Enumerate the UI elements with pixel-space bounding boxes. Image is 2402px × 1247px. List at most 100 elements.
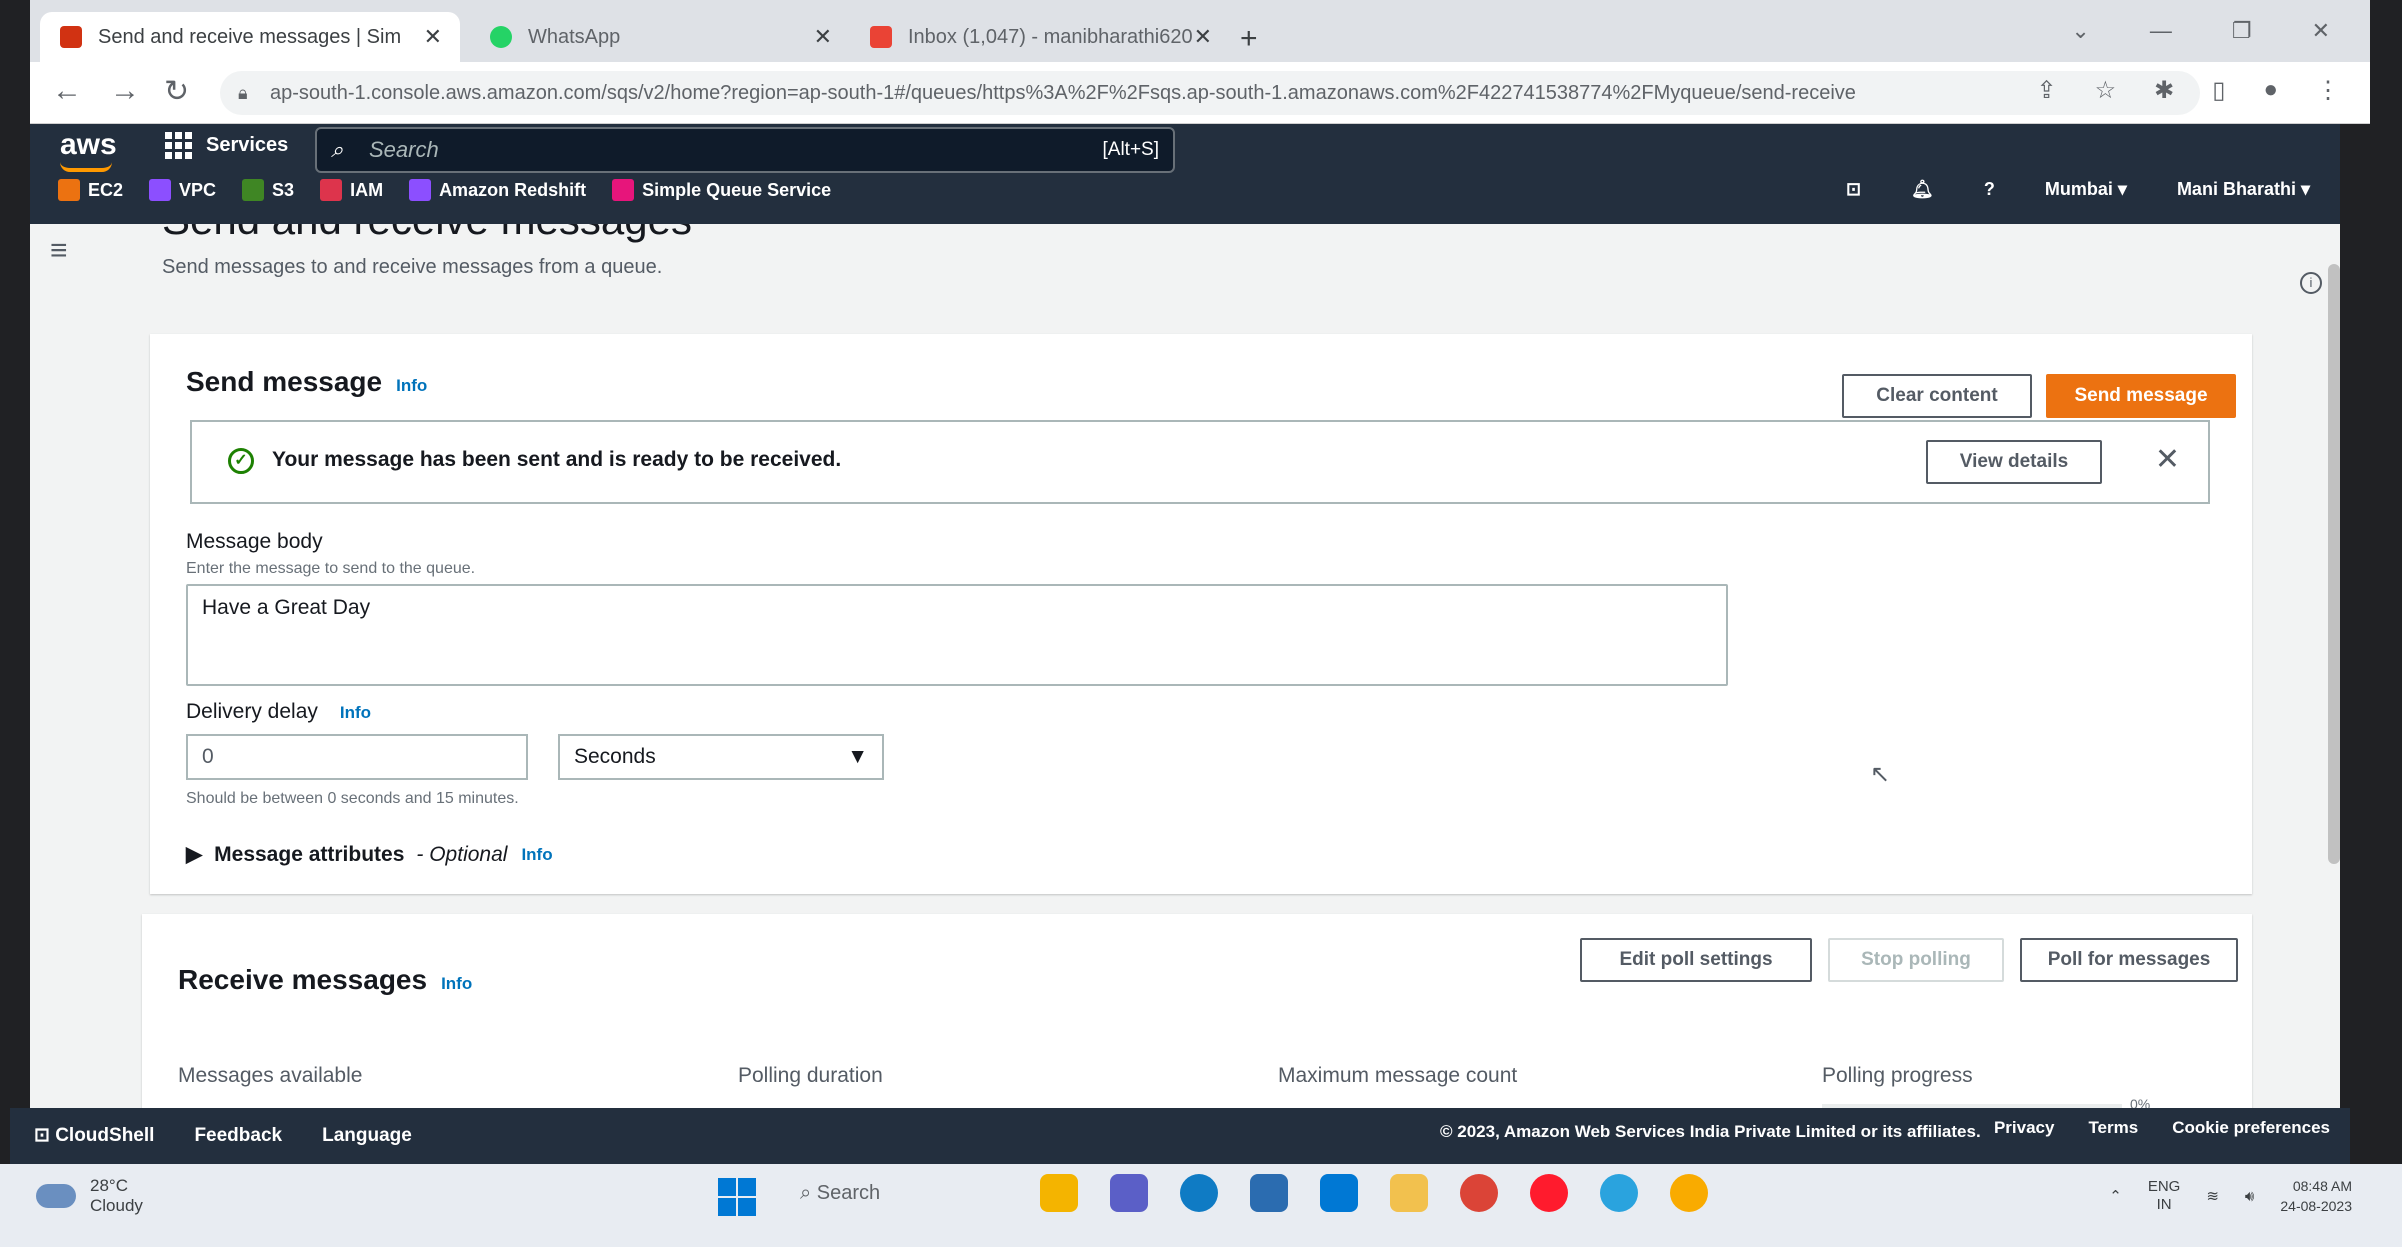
- weather-widget[interactable]: 28°C Cloudy: [36, 1176, 143, 1216]
- edge-icon[interactable]: [1180, 1174, 1218, 1212]
- region-selector[interactable]: Mumbai ▾: [2045, 179, 2127, 200]
- opera-icon[interactable]: [1530, 1174, 1568, 1212]
- favorite-label: EC2: [88, 179, 124, 200]
- view-details-button[interactable]: View details: [1926, 440, 2102, 484]
- label-text: Delivery delay: [186, 700, 318, 723]
- minimize-icon[interactable]: —: [2150, 18, 2172, 44]
- mail-icon[interactable]: [1320, 1174, 1358, 1212]
- menu-kebab-icon[interactable]: ⋮: [2316, 76, 2340, 105]
- taskbar-search[interactable]: ⌕ Search: [800, 1182, 880, 1205]
- edit-poll-settings-button[interactable]: Edit poll settings: [1580, 938, 1812, 982]
- favorite-s3[interactable]: S3: [242, 179, 294, 201]
- chrome-canary-icon[interactable]: [1670, 1174, 1708, 1212]
- back-icon[interactable]: ←: [52, 74, 82, 108]
- maximize-icon[interactable]: ❐: [2232, 18, 2252, 44]
- scrollbar[interactable]: [2328, 264, 2340, 864]
- lang-code: ENG: [2147, 1178, 2181, 1195]
- favorite-label: S3: [272, 179, 295, 200]
- chat-icon[interactable]: [1110, 1174, 1148, 1212]
- file-explorer-icon[interactable]: [1040, 1174, 1078, 1212]
- favorite-sqs[interactable]: Simple Queue Service: [612, 179, 831, 201]
- sqs-icon: [612, 179, 635, 201]
- close-icon[interactable]: ✕: [2155, 442, 2180, 477]
- side-panel-icon[interactable]: ▯: [2212, 76, 2225, 105]
- user-menu[interactable]: Mani Bharathi ▾: [2177, 179, 2310, 200]
- chrome-icon[interactable]: [1460, 1174, 1498, 1212]
- aws-search-input[interactable]: ⌕ Search [Alt+S]: [315, 127, 1175, 173]
- max-message-count-label: Maximum message count: [1278, 1064, 1518, 1087]
- services-menu-button[interactable]: Services: [165, 132, 288, 159]
- volume-icon[interactable]: 🔊︎: [2245, 1188, 2254, 1205]
- folder-icon[interactable]: [1390, 1174, 1428, 1212]
- time: 08:48 AM: [2292, 1178, 2352, 1194]
- privacy-link[interactable]: Privacy: [1994, 1118, 2055, 1138]
- profile-avatar-icon[interactable]: ●: [2264, 76, 2279, 105]
- url-field[interactable]: 🔒︎ ap-south-1.console.aws.amazon.com/sqs…: [220, 71, 2200, 115]
- info-link[interactable]: Info: [396, 376, 427, 395]
- message-attributes-toggle[interactable]: ▶ Message attributes - Optional Info: [186, 842, 553, 867]
- send-message-panel: Send message Info Clear content Send mess…: [150, 334, 2252, 894]
- clear-content-button[interactable]: Clear content: [1842, 374, 2032, 418]
- tab-close-icon[interactable]: ✕: [814, 24, 832, 50]
- aws-logo[interactable]: aws: [60, 128, 117, 162]
- message-body-textarea[interactable]: Have a Great Day: [186, 584, 1728, 686]
- tab-whatsapp[interactable]: WhatsApp ✕: [470, 12, 850, 62]
- favorite-vpc[interactable]: VPC: [149, 179, 216, 201]
- footer-links: Privacy Terms Cookie preferences: [1994, 1118, 2330, 1138]
- help-icon[interactable]: ?: [1984, 179, 1995, 200]
- windows-start-icon[interactable]: [718, 1178, 756, 1216]
- extensions-icon[interactable]: ✱: [2154, 76, 2174, 105]
- tab-close-icon[interactable]: ✕: [424, 24, 442, 50]
- search-shortcut: [Alt+S]: [1102, 139, 1160, 160]
- cloudshell-icon[interactable]: ⊡: [1846, 179, 1861, 200]
- bookmark-star-icon[interactable]: ☆: [2095, 76, 2117, 105]
- language-link[interactable]: Language: [322, 1125, 412, 1147]
- stop-polling-button[interactable]: Stop polling: [1828, 938, 2004, 982]
- redshift-icon: [409, 179, 432, 201]
- delay-unit-select[interactable]: Seconds ▼: [558, 734, 884, 780]
- taskbar-search-label: Search: [816, 1182, 881, 1204]
- clock[interactable]: 08:48 AM 24-08-2023: [2280, 1176, 2352, 1216]
- cookie-preferences-link[interactable]: Cookie preferences: [2172, 1118, 2330, 1138]
- wifi-icon[interactable]: ≋: [2206, 1187, 2219, 1205]
- page-subtitle: Send messages to and receive messages fr…: [162, 256, 663, 278]
- feedback-link[interactable]: Feedback: [194, 1125, 282, 1147]
- close-window-icon[interactable]: ✕: [2312, 18, 2330, 44]
- services-label: Services: [206, 134, 289, 156]
- reload-icon[interactable]: ↻: [164, 74, 189, 109]
- hamburger-menu-icon[interactable]: ≡: [50, 234, 68, 268]
- info-link[interactable]: Info: [521, 845, 552, 865]
- success-flash-banner: ✓ Your message has been sent and is read…: [190, 420, 2210, 504]
- tab-label: Inbox (1,047) - manibharathi620: [908, 25, 1193, 48]
- send-message-button[interactable]: Send message: [2046, 374, 2236, 418]
- share-icon[interactable]: ⇪: [2037, 76, 2057, 105]
- favorite-redshift[interactable]: Amazon Redshift: [409, 179, 586, 201]
- iam-icon: [320, 179, 343, 201]
- notifications-bell-icon[interactable]: 🔔︎: [1911, 179, 1934, 200]
- info-link[interactable]: Info: [441, 974, 472, 993]
- favorite-iam[interactable]: IAM: [320, 179, 383, 201]
- tab-gmail[interactable]: Inbox (1,047) - manibharathi620 ✕: [850, 12, 1230, 62]
- aws-favicon-icon: [60, 26, 82, 48]
- windows-taskbar: 28°C Cloudy ⌕ Search ⌃ ENG IN ≋ 🔊︎ 08:48…: [0, 1164, 2402, 1247]
- lang-region: IN: [2156, 1196, 2172, 1213]
- new-tab-button[interactable]: +: [1240, 22, 1258, 56]
- tab-search-icon[interactable]: ⌄: [2071, 18, 2089, 44]
- telegram-icon[interactable]: [1600, 1174, 1638, 1212]
- tab-close-icon[interactable]: ✕: [1194, 24, 1212, 50]
- search-placeholder: Search: [369, 137, 439, 162]
- delivery-delay-input[interactable]: 0: [186, 734, 528, 780]
- chevron-up-icon[interactable]: ⌃: [2109, 1187, 2122, 1205]
- ec2-icon: [58, 179, 80, 201]
- gmail-favicon-icon: [870, 26, 892, 48]
- forward-icon[interactable]: →: [110, 74, 140, 108]
- terms-link[interactable]: Terms: [2088, 1118, 2138, 1138]
- store-icon[interactable]: [1250, 1174, 1288, 1212]
- info-circle-icon[interactable]: i: [2300, 272, 2322, 294]
- cloudshell-link[interactable]: ⊡ CloudShell: [34, 1124, 154, 1147]
- favorite-ec2[interactable]: EC2: [58, 179, 123, 201]
- info-link[interactable]: Info: [340, 703, 371, 722]
- language-indicator[interactable]: ENG IN: [2148, 1178, 2181, 1214]
- poll-for-messages-button[interactable]: Poll for messages: [2020, 938, 2238, 982]
- tab-sqs[interactable]: Send and receive messages | Sim ✕: [40, 12, 460, 62]
